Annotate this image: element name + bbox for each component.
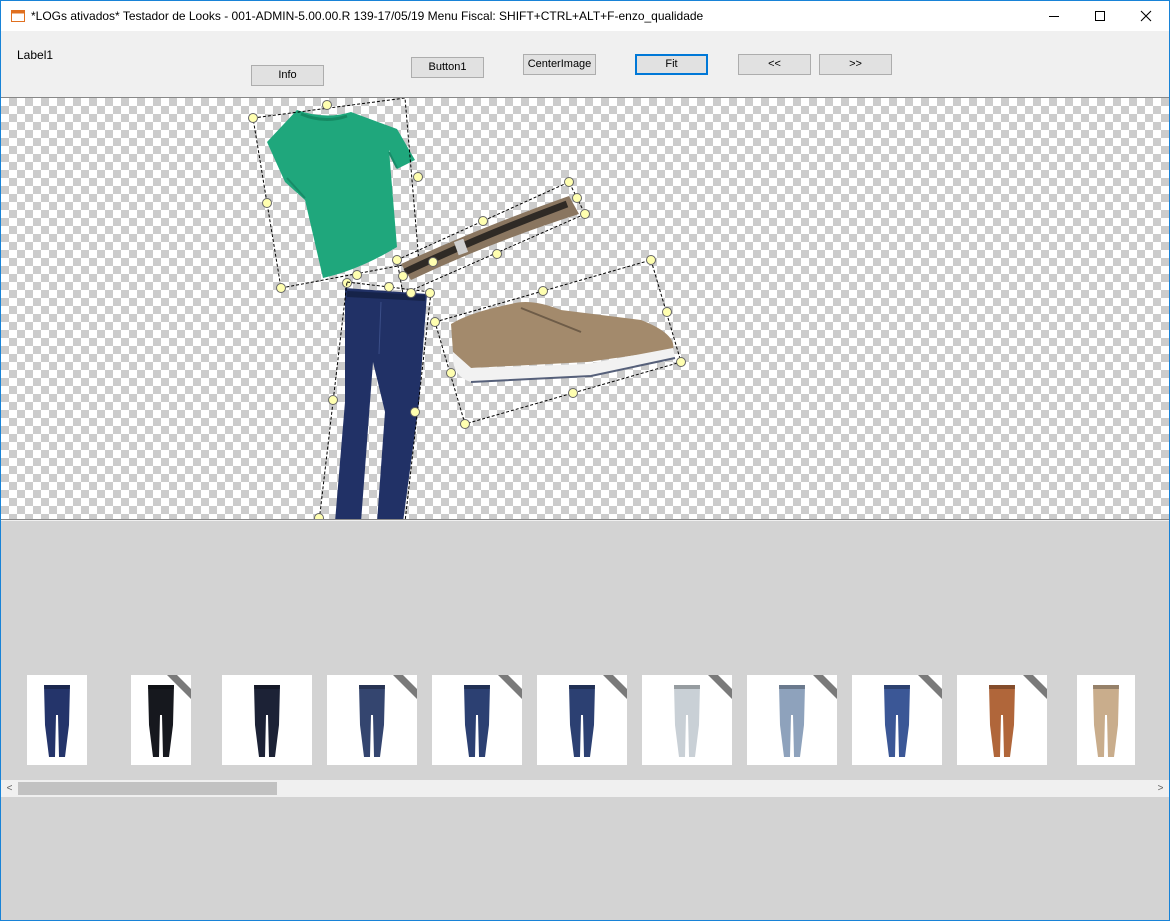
window-title: *LOGs ativados* Testador de Looks - 001-…: [31, 9, 704, 23]
look-canvas[interactable]: [1, 97, 1169, 520]
tshirt-item[interactable]: [267, 110, 415, 278]
gallery-thumbnail[interactable]: [1077, 675, 1135, 765]
jeans-item[interactable]: [335, 288, 427, 520]
minimize-button[interactable]: [1031, 1, 1077, 31]
gallery-thumbnail[interactable]: [27, 675, 87, 765]
scroll-left-arrow-icon[interactable]: <: [1, 780, 18, 797]
pants-thumbnail-icon: [569, 675, 627, 757]
minimize-icon: [1049, 16, 1059, 17]
toolbar: Label1 Info Button1 CenterImage Fit << >…: [1, 31, 1169, 97]
ribbon-icon: [1023, 675, 1047, 699]
sneaker-item[interactable]: [451, 302, 676, 383]
label1: Label1: [17, 48, 54, 62]
gallery-thumbnail[interactable]: [642, 675, 732, 765]
pants-thumbnail-icon: [674, 675, 732, 757]
pants-thumbnail-icon: [44, 685, 70, 757]
gallery-thumbnail[interactable]: [747, 675, 837, 765]
maximize-button[interactable]: [1077, 1, 1123, 31]
gallery-thumbnail[interactable]: [537, 675, 627, 765]
app-window-icon: [11, 10, 25, 22]
close-button[interactable]: [1123, 1, 1169, 31]
gallery-thumbnail[interactable]: [222, 675, 312, 765]
gallery-thumbnail[interactable]: [852, 675, 942, 765]
belt-item[interactable]: [401, 196, 579, 280]
maximize-icon: [1095, 11, 1105, 21]
ribbon-icon: [813, 675, 837, 699]
fit-button[interactable]: Fit: [635, 54, 708, 75]
horizontal-scrollbar[interactable]: < >: [1, 780, 1169, 797]
ribbon-icon: [498, 675, 522, 699]
pants-thumbnail-icon: [1093, 685, 1119, 757]
center-image-button[interactable]: CenterImage: [523, 54, 596, 75]
scroll-right-arrow-icon[interactable]: >: [1152, 780, 1169, 797]
pants-thumbnail-icon: [779, 675, 837, 757]
close-icon: [1140, 10, 1152, 22]
pants-thumbnail-icon: [884, 675, 942, 757]
pants-thumbnail-icon: [254, 685, 280, 757]
pants-thumbnail-icon: [359, 675, 417, 757]
button1[interactable]: Button1: [411, 57, 484, 78]
product-gallery: < >: [1, 521, 1169, 920]
app-window: *LOGs ativados* Testador de Looks - 001-…: [0, 0, 1170, 921]
ribbon-icon: [918, 675, 942, 699]
pants-thumbnail-icon: [464, 675, 522, 757]
gallery-thumbnail[interactable]: [327, 675, 417, 765]
gallery-thumbnail[interactable]: [432, 675, 522, 765]
info-button[interactable]: Info: [251, 65, 324, 86]
scrollbar-thumb[interactable]: [18, 782, 277, 795]
ribbon-icon: [393, 675, 417, 699]
pants-thumbnail-icon: [148, 675, 191, 757]
gallery-thumbnail[interactable]: [131, 675, 191, 765]
title-bar[interactable]: *LOGs ativados* Testador de Looks - 001-…: [1, 1, 1169, 31]
ribbon-icon: [603, 675, 627, 699]
next-button[interactable]: >>: [819, 54, 892, 75]
previous-button[interactable]: <<: [738, 54, 811, 75]
pants-thumbnail-icon: [989, 675, 1047, 757]
ribbon-icon: [708, 675, 732, 699]
gallery-thumbnail[interactable]: [957, 675, 1047, 765]
